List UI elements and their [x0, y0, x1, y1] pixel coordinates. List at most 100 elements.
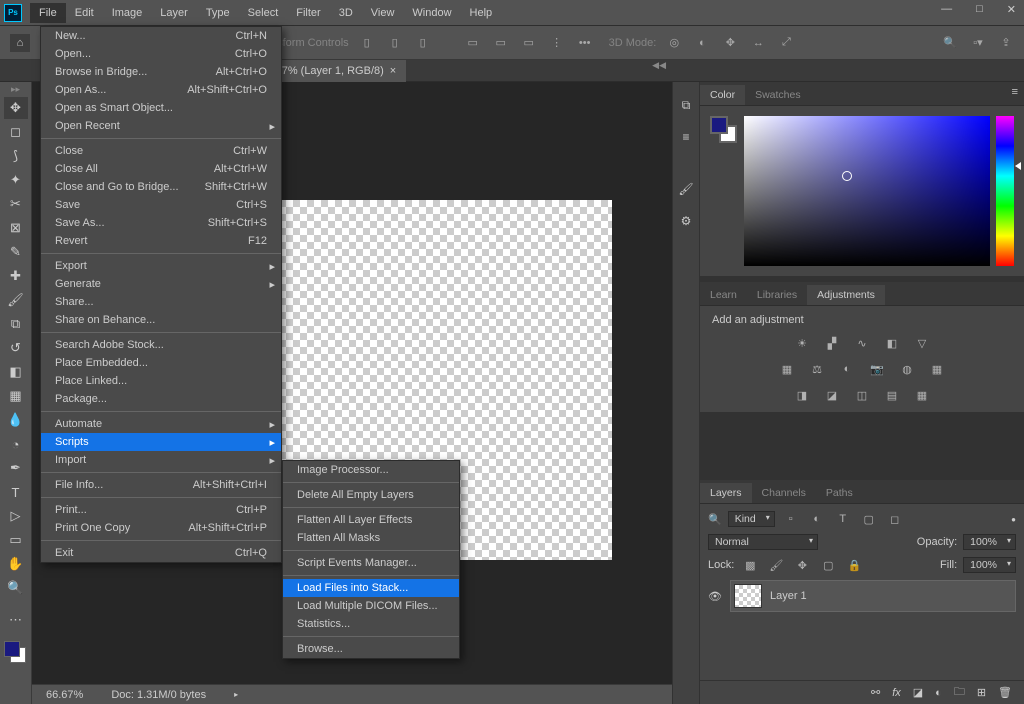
invert-icon[interactable]: ◨ [792, 386, 812, 404]
layers-panel-menu-icon[interactable]: ≡ [1012, 86, 1018, 98]
window-minimize-icon[interactable]: — [941, 3, 952, 16]
quick-select-tool[interactable]: ✦ [4, 169, 28, 191]
lasso-tool[interactable]: ⟆ [4, 145, 28, 167]
align-right-icon[interactable]: ▯ [413, 33, 433, 53]
blend-mode-dropdown[interactable]: Normal [708, 534, 818, 550]
window-maximize-icon[interactable]: □ [976, 3, 983, 16]
tab-swatches[interactable]: Swatches [745, 85, 811, 105]
file-menu-item[interactable]: Close AllAlt+Ctrl+W [41, 160, 281, 178]
new-fill-icon[interactable]: ◐ [935, 687, 942, 699]
healing-tool[interactable]: ✚ [4, 265, 28, 287]
document-info[interactable]: Doc: 1.31M/0 bytes [111, 689, 206, 701]
layer-name[interactable]: Layer 1 [770, 590, 807, 602]
menu-layer[interactable]: Layer [151, 3, 197, 23]
file-menu-item[interactable]: Search Adobe Stock... [41, 336, 281, 354]
tab-paths[interactable]: Paths [816, 483, 863, 503]
layer-style-icon[interactable]: fx [892, 687, 901, 699]
menu-image[interactable]: Image [103, 3, 152, 23]
align-bottom-icon[interactable]: ▭ [519, 33, 539, 53]
menu-window[interactable]: Window [403, 3, 460, 23]
move-tool[interactable]: ✥ [4, 97, 28, 119]
3d-roll-icon[interactable]: ◐ [692, 33, 712, 53]
file-menu-item[interactable]: SaveCtrl+S [41, 196, 281, 214]
file-menu-item[interactable]: Export▸ [41, 257, 281, 275]
zoom-level[interactable]: 66.67% [46, 689, 83, 701]
layer-visibility-icon[interactable]: 👁 [708, 590, 722, 603]
home-icon[interactable]: ⌂ [10, 34, 30, 52]
path-select-tool[interactable]: ▷ [4, 505, 28, 527]
frame-tool[interactable]: ⊠ [4, 217, 28, 239]
menu-select[interactable]: Select [239, 3, 288, 23]
gradient-tool[interactable]: ▦ [4, 385, 28, 407]
3d-pan-icon[interactable]: ✥ [720, 33, 740, 53]
layer-thumbnail[interactable] [734, 584, 762, 608]
properties-panel-icon[interactable]: ≡ [675, 126, 697, 148]
filter-shape-icon[interactable]: ▢ [859, 510, 879, 528]
photo-filter-icon[interactable]: 📷 [867, 360, 887, 378]
file-menu-item[interactable]: Scripts▸ [41, 433, 281, 451]
threshold-icon[interactable]: ◫ [852, 386, 872, 404]
lock-transparency-icon[interactable]: ▩ [740, 556, 760, 574]
color-lookup-icon[interactable]: ▦ [927, 360, 947, 378]
share-icon[interactable]: ⇪ [996, 33, 1016, 53]
brush-tool[interactable]: 🖌 [4, 289, 28, 311]
file-menu-item[interactable]: Close and Go to Bridge...Shift+Ctrl+W [41, 178, 281, 196]
color-fg-swatch[interactable] [710, 116, 728, 134]
file-menu-item[interactable]: Package... [41, 390, 281, 408]
file-menu-item[interactable]: Open Recent▸ [41, 117, 281, 135]
file-menu-item[interactable]: CloseCtrl+W [41, 142, 281, 160]
history-brush-tool[interactable]: ↺ [4, 337, 28, 359]
file-menu-item[interactable]: Open...Ctrl+O [41, 45, 281, 63]
eraser-tool[interactable]: ◧ [4, 361, 28, 383]
posterize-icon[interactable]: ◪ [822, 386, 842, 404]
tab-adjustments[interactable]: Adjustments [807, 285, 885, 305]
curves-icon[interactable]: ∿ [852, 334, 872, 352]
file-menu-item[interactable]: Automate▸ [41, 415, 281, 433]
workspace-icon[interactable]: ▫▾ [968, 33, 988, 53]
saturation-field[interactable] [744, 116, 990, 266]
tab-channels[interactable]: Channels [752, 483, 816, 503]
filter-adjust-icon[interactable]: ◐ [807, 510, 827, 528]
menu-view[interactable]: View [362, 3, 404, 23]
layer-filter-kind[interactable]: Kind [728, 511, 775, 527]
panel-collapse-icon[interactable]: ◀◀ [652, 60, 666, 71]
search-icon[interactable]: 🔍 [940, 33, 960, 53]
selective-color-icon[interactable]: ▦ [912, 386, 932, 404]
file-menu-item[interactable]: Open As...Alt+Shift+Ctrl+O [41, 81, 281, 99]
tab-layers[interactable]: Layers [700, 483, 752, 503]
menu-edit[interactable]: Edit [66, 3, 103, 23]
brushes-panel-icon[interactable]: 🖌 [675, 178, 697, 200]
file-menu-item[interactable]: RevertF12 [41, 232, 281, 250]
pen-tool[interactable]: ✒ [4, 457, 28, 479]
channel-mixer-icon[interactable]: ◍ [897, 360, 917, 378]
new-group-icon[interactable]: 🗀 [954, 683, 965, 702]
file-menu-item[interactable]: Place Embedded... [41, 354, 281, 372]
file-menu-item[interactable]: Print...Ctrl+P [41, 501, 281, 519]
filter-smart-icon[interactable]: ◻ [885, 510, 905, 528]
lock-paint-icon[interactable]: 🖌 [766, 556, 786, 574]
hue-slider[interactable] [996, 116, 1014, 266]
lock-all-icon[interactable]: 🔒 [844, 556, 864, 574]
history-panel-icon[interactable]: ⧉ [675, 94, 697, 116]
scripts-menu-item[interactable]: Load Files into Stack... [283, 579, 459, 597]
saturation-cursor[interactable] [842, 171, 852, 181]
file-menu-item[interactable]: Share on Behance... [41, 311, 281, 329]
window-close-icon[interactable]: ✕ [1007, 3, 1016, 16]
clone-tool[interactable]: ⧉ [4, 313, 28, 335]
distribute-icon[interactable]: ⋮ [547, 33, 567, 53]
crop-tool[interactable]: ✂ [4, 193, 28, 215]
tab-color[interactable]: Color [700, 85, 745, 105]
rectangle-tool[interactable]: ▭ [4, 529, 28, 551]
delete-layer-icon[interactable]: 🗑 [998, 686, 1012, 699]
fill-value[interactable]: 100% [963, 557, 1016, 573]
3d-orbit-icon[interactable]: ◎ [664, 33, 684, 53]
3d-slide-icon[interactable]: ↔ [748, 33, 768, 53]
file-menu-item[interactable]: File Info...Alt+Shift+Ctrl+I [41, 476, 281, 494]
scripts-menu-item[interactable]: Delete All Empty Layers [283, 486, 459, 504]
exposure-icon[interactable]: ◧ [882, 334, 902, 352]
scripts-menu-item[interactable]: Browse... [283, 640, 459, 658]
file-menu-item[interactable]: Print One CopyAlt+Shift+Ctrl+P [41, 519, 281, 537]
more-icon[interactable]: ••• [575, 33, 595, 53]
bw-icon[interactable]: ◐ [837, 360, 857, 378]
hue-pointer[interactable] [1015, 162, 1021, 170]
